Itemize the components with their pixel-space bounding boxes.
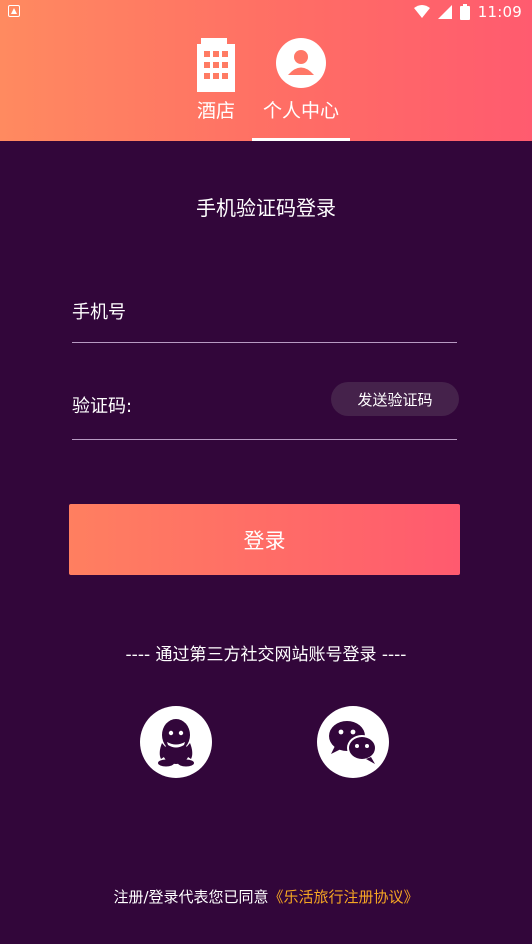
phone-field[interactable]: 手机号 [72,273,457,343]
status-right-group: 11:09 [413,0,522,24]
agreement-text: 注册/登录代表您已同意《乐活旅行注册协议》 [0,886,532,907]
agreement-link[interactable]: 《乐活旅行注册协议》 [269,888,419,906]
agreement-prefix: 注册/登录代表您已同意 [113,888,269,906]
code-label: 验证码: [72,396,133,417]
third-party-title: ---- 通过第三方社交网站账号登录 ---- [125,645,407,665]
signal-icon [437,5,452,19]
login-title: 手机验证码登录 [196,196,336,220]
top-tabs: 酒店 个人中心 [0,32,532,141]
wifi-icon [413,5,430,18]
status-time: 11:09 [477,3,522,21]
battery-icon [459,4,470,20]
notification-icon [8,5,20,17]
top-header: 11:09 酒店 个人中心 [0,0,532,141]
phone-label: 手机号 [72,302,126,323]
wechat-icon [329,721,377,764]
tab-profile-label: 个人中心 [262,100,339,122]
qq-icon [158,719,194,767]
login-content: 手机验证码登录 手机号 验证码: 发送验证码 登录 ---- 通过第三方社交网站… [0,141,532,944]
tab-hotel-label: 酒店 [196,100,235,122]
status-bar: 11:09 [0,0,532,24]
user-avatar-icon [276,38,326,88]
hotel-building-icon [197,38,235,92]
login-button[interactable]: 登录 [69,504,460,575]
code-field[interactable]: 验证码: 发送验证码 [72,376,459,440]
send-code-button[interactable]: 发送验证码 [331,382,459,416]
wechat-login-button[interactable] [317,706,389,778]
qq-login-button[interactable] [140,706,212,778]
